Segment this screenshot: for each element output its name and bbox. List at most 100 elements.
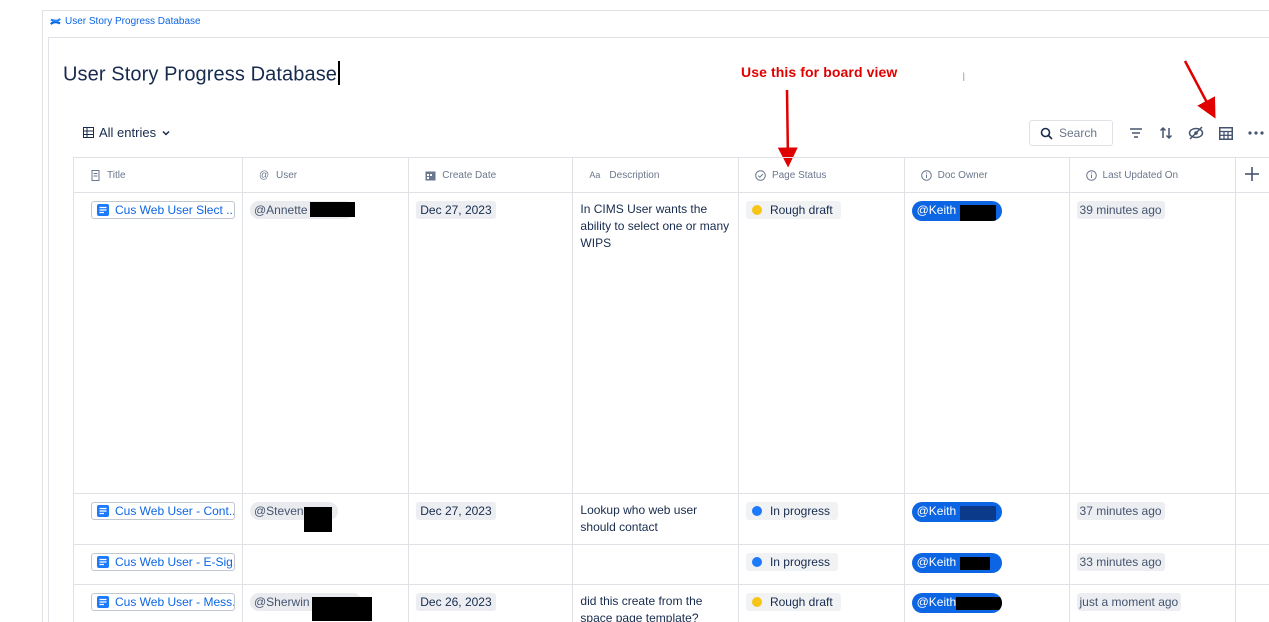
page-link[interactable]: Cus Web User - E-Sig... bbox=[91, 553, 235, 571]
cell-empty bbox=[1234, 584, 1269, 622]
owner-mention[interactable]: @Keith S bbox=[911, 553, 1002, 573]
view-selector-label: All entries bbox=[99, 125, 157, 140]
redaction-box bbox=[310, 202, 355, 217]
status-label: Rough draft bbox=[769, 595, 833, 609]
status-lozenge[interactable]: Rough draft bbox=[745, 593, 841, 611]
cell-title: Cus Web User Slect ... bbox=[73, 192, 243, 494]
redaction-box bbox=[959, 557, 990, 570]
owner-mention[interactable]: @Keith S bbox=[911, 201, 1002, 221]
cell-doc-owner: @Keith bbox=[903, 584, 1070, 622]
user-mention[interactable]: @Steven bbox=[250, 502, 338, 532]
page-link[interactable]: Cus Web User - Mess... bbox=[91, 593, 235, 611]
description-text[interactable]: In CIMS User wants the ability to select… bbox=[580, 201, 731, 252]
table-row: Cus Web User - Cont... @Steven Dec 27, 2… bbox=[73, 493, 1269, 545]
cell-description: Lookup who web user should contact bbox=[572, 493, 739, 545]
status-dot bbox=[751, 205, 762, 215]
status-label: In progress bbox=[769, 504, 830, 518]
add-column-button[interactable] bbox=[1234, 157, 1269, 193]
date-lozenge[interactable]: Dec 27, 2023 bbox=[416, 201, 496, 219]
description-text[interactable]: Lookup who web user should contact bbox=[580, 502, 731, 536]
column-label: Create Date bbox=[442, 169, 497, 181]
board-view-button[interactable] bbox=[1211, 120, 1241, 146]
cell-user: @Annette bbox=[241, 192, 410, 494]
cell-last-updated: 39 minutes ago bbox=[1068, 192, 1236, 494]
document-icon bbox=[97, 204, 109, 216]
cell-create-date bbox=[408, 544, 574, 585]
page-link-label: Cus Web User - Mess... bbox=[115, 595, 235, 609]
redaction-box bbox=[955, 597, 1002, 610]
hide-fields-button[interactable] bbox=[1181, 120, 1211, 146]
page-title-text: User Story Progress Database bbox=[63, 63, 338, 86]
page-title[interactable]: User Story Progress Database bbox=[63, 61, 341, 87]
chevron-down-icon bbox=[162, 130, 170, 136]
status-dot bbox=[751, 597, 762, 607]
cell-last-updated: just a moment ago bbox=[1068, 584, 1236, 622]
description-text[interactable]: did this create from the space page temp… bbox=[580, 593, 731, 622]
view-selector[interactable]: All entries bbox=[83, 125, 171, 140]
table-row: Cus Web User - Mess... @Sherwin Dec 26, … bbox=[73, 584, 1269, 622]
cell-status: In progress bbox=[737, 544, 905, 585]
cell-user: @Steven bbox=[241, 493, 410, 545]
filter-icon bbox=[1130, 128, 1142, 138]
cell-title: Cus Web User - Cont... bbox=[73, 493, 243, 545]
breadcrumb-label[interactable]: User Story Progress Database bbox=[65, 16, 201, 27]
search-icon bbox=[1040, 127, 1053, 140]
toolbar: Search bbox=[1029, 120, 1269, 146]
plus-icon bbox=[1245, 166, 1260, 181]
column-header-description[interactable]: Aa Description bbox=[572, 157, 739, 193]
info-icon bbox=[1085, 169, 1097, 181]
redaction-box bbox=[312, 597, 372, 621]
info-icon bbox=[920, 169, 932, 181]
confluence-logo-icon bbox=[50, 18, 61, 25]
cell-create-date: Dec 26, 2023 bbox=[408, 584, 574, 622]
column-header-page-status[interactable]: Page Status bbox=[737, 157, 905, 193]
column-label: Title bbox=[107, 169, 126, 181]
date-lozenge[interactable]: Dec 26, 2023 bbox=[416, 593, 496, 611]
column-header-user[interactable]: @ User bbox=[241, 157, 410, 193]
cell-empty bbox=[1234, 544, 1269, 585]
document-icon bbox=[97, 505, 109, 517]
page-link[interactable]: Cus Web User - Cont... bbox=[91, 502, 235, 520]
page-link[interactable]: Cus Web User Slect ... bbox=[91, 201, 235, 219]
cell-status: Rough draft bbox=[737, 584, 905, 622]
column-header-last-updated[interactable]: Last Updated On bbox=[1068, 157, 1236, 193]
cell-user: @Sherwin bbox=[241, 584, 410, 622]
column-header-doc-owner[interactable]: Doc Owner bbox=[903, 157, 1070, 193]
column-label: Doc Owner bbox=[937, 169, 988, 181]
status-lozenge[interactable]: Rough draft bbox=[745, 201, 841, 219]
cell-status: Rough draft bbox=[737, 192, 905, 494]
updated-lozenge: just a moment ago bbox=[1076, 593, 1182, 611]
cell-title: Cus Web User - E-Sig... bbox=[73, 544, 243, 585]
more-options-button[interactable] bbox=[1241, 120, 1269, 146]
cell-doc-owner: @Keith S bbox=[903, 544, 1070, 585]
eye-off-icon bbox=[1188, 126, 1204, 140]
status-label: In progress bbox=[769, 555, 830, 569]
user-mention-label: @Steven bbox=[254, 504, 304, 518]
cell-create-date: Dec 27, 2023 bbox=[408, 493, 574, 545]
page-link-label: Cus Web User - Cont... bbox=[115, 504, 235, 518]
text-icon: Aa bbox=[589, 169, 601, 180]
sort-button[interactable] bbox=[1151, 120, 1181, 146]
filter-button[interactable] bbox=[1121, 120, 1151, 146]
status-icon bbox=[755, 169, 766, 181]
user-mention[interactable]: @Sherwin bbox=[250, 593, 372, 621]
status-lozenge[interactable]: In progress bbox=[745, 553, 838, 571]
cell-status: In progress bbox=[737, 493, 905, 545]
calendar-icon bbox=[425, 171, 436, 180]
search-input[interactable]: Search bbox=[1029, 120, 1113, 146]
breadcrumb[interactable]: User Story Progress Database bbox=[50, 16, 201, 27]
user-mention[interactable]: @Annette bbox=[250, 201, 355, 219]
table-icon bbox=[83, 127, 94, 138]
column-header-title[interactable]: Title bbox=[73, 157, 243, 193]
column-label: Description bbox=[609, 169, 660, 181]
owner-mention[interactable]: @Keith S bbox=[911, 502, 1002, 522]
document-icon bbox=[97, 596, 109, 608]
date-lozenge[interactable]: Dec 27, 2023 bbox=[416, 502, 496, 520]
at-icon: @ bbox=[259, 169, 270, 181]
owner-mention[interactable]: @Keith bbox=[911, 593, 1002, 613]
column-header-create-date[interactable]: Create Date bbox=[408, 157, 574, 193]
owner-mention-label: @Keith bbox=[916, 595, 957, 609]
redaction-box bbox=[304, 507, 332, 532]
status-lozenge[interactable]: In progress bbox=[745, 502, 838, 520]
page-link-label: Cus Web User Slect ... bbox=[115, 203, 235, 217]
